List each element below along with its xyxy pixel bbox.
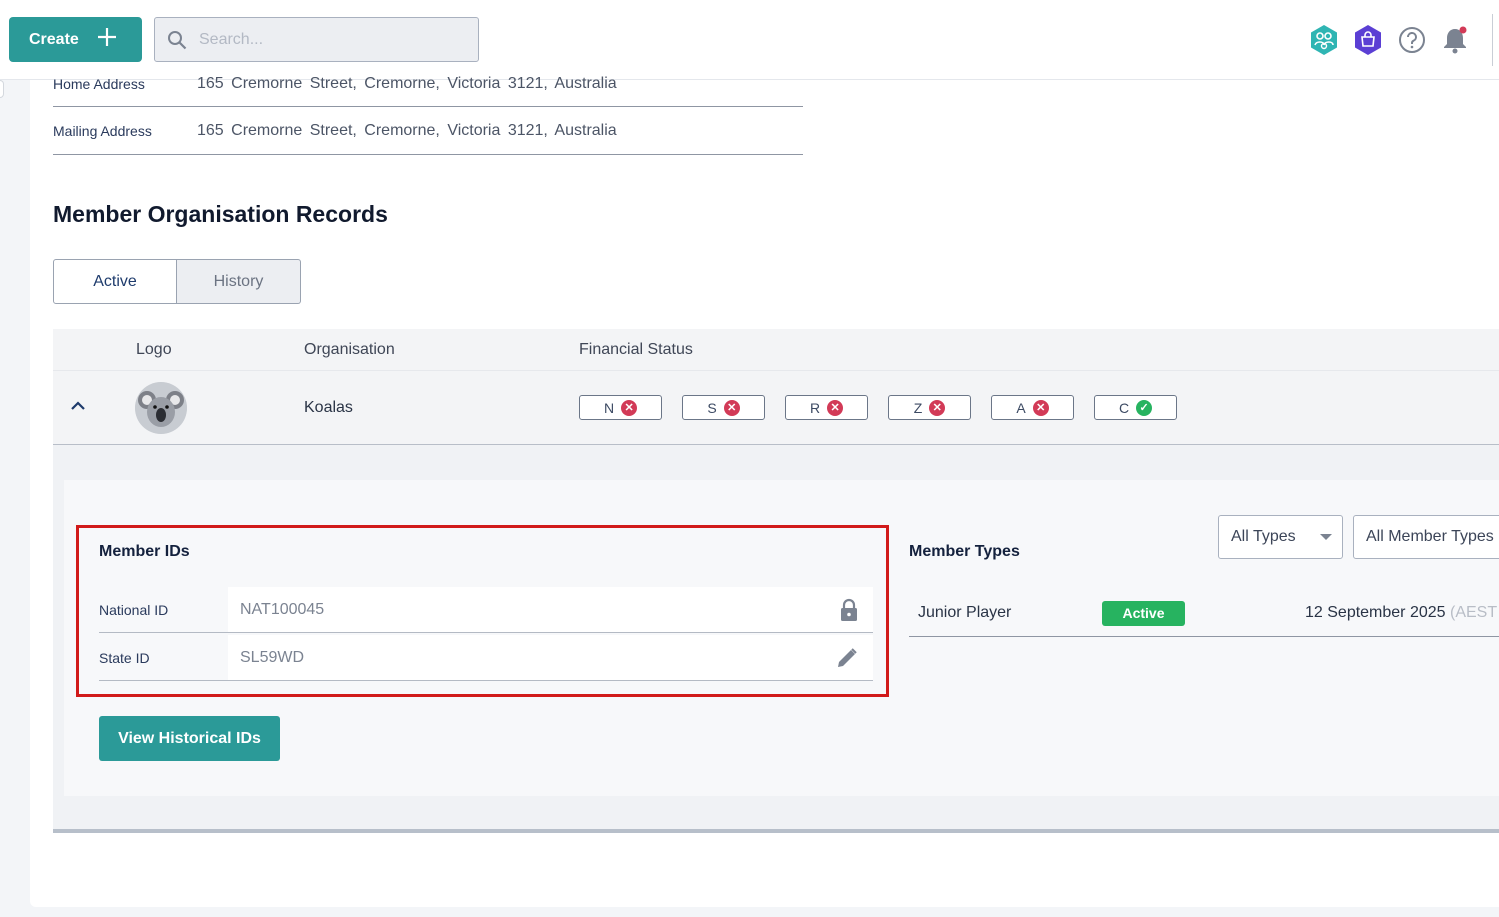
status-badge: Active [1102,600,1185,626]
tab-history[interactable]: History [177,259,301,304]
section-title: Member Organisation Records [53,201,388,227]
state-id-value: SL59WD [240,648,305,666]
member-type-filter-value: All Member Types [1366,528,1494,545]
dropdown-arrow-icon [1320,534,1332,540]
organisation-name: Koalas [304,398,353,416]
member-type-filter-select[interactable]: All Member Types [1353,515,1499,559]
top-icons [1309,24,1469,56]
chevron-up-icon[interactable] [70,399,86,411]
address-table: Home Address 165 Cremorne Street, Cremor… [53,75,803,155]
organisation-table: Logo Organisation Financial Status Koala… [53,329,1499,445]
home-address-value: 165 Cremorne Street, Cremorne, Victoria … [197,74,617,92]
records-tabs: Active History [53,259,301,304]
view-historical-ids-button[interactable]: View Historical IDs [99,716,280,761]
national-id-row: National ID NAT100045 [99,587,873,633]
sidebar-toggle[interactable] [0,80,4,98]
status-badge-c: C ✓ [1094,395,1177,420]
shop-hex-icon[interactable] [1353,24,1383,56]
cross-icon: ✕ [929,399,946,416]
lock-icon [839,598,859,622]
type-filter-value: All Types [1231,528,1296,545]
cross-icon: ✕ [1032,399,1049,416]
status-code: C [1118,399,1130,416]
member-type-name: Junior Player [918,604,1012,621]
plus-icon [97,27,117,52]
status-badge-z: Z ✕ [888,395,971,420]
status-code: N [603,399,615,416]
table-row[interactable]: Koalas N ✕ S ✕ R ✕ Z ✕ A ✕ C ✓ [53,370,1499,445]
search-box[interactable] [154,17,479,62]
search-input[interactable] [199,30,449,49]
main-content: Home Address 165 Cremorne Street, Cremor… [30,75,1499,907]
status-code: R [809,399,821,416]
financial-status-badges: N ✕ S ✕ R ✕ Z ✕ A ✕ C ✓ [579,395,1177,420]
state-id-row: State ID SL59WD [99,635,873,681]
status-code: A [1016,399,1026,416]
notification-bell-icon[interactable] [1441,25,1469,55]
header-organisation: Organisation [304,340,395,358]
header-logo: Logo [136,340,172,358]
type-filter-select[interactable]: All Types [1218,515,1343,559]
check-icon: ✓ [1136,399,1153,416]
status-code: S [707,399,717,416]
help-icon[interactable] [1397,25,1427,55]
status-badge-s: S ✕ [682,395,765,420]
status-badge-n: N ✕ [579,395,662,420]
mailing-address-value: 165 Cremorne Street, Cremorne, Victoria … [197,121,617,139]
timezone-value: (AEST [1450,604,1498,621]
mailing-address-row: Mailing Address 165 Cremorne Street, Cre… [53,107,803,155]
top-divider [1492,14,1493,66]
cross-icon: ✕ [827,399,844,416]
edit-pencil-icon[interactable] [835,646,859,670]
create-button-label: Create [29,30,79,48]
members-hex-icon[interactable] [1309,24,1339,56]
date-value: 12 September 2025 [1305,604,1446,621]
header-financial-status: Financial Status [579,340,693,358]
organisation-logo [135,382,187,434]
national-id-value: NAT100045 [240,600,325,618]
status-badge-r: R ✕ [785,395,868,420]
table-header: Logo Organisation Financial Status [53,329,1499,370]
tab-active[interactable]: Active [53,259,177,304]
cross-icon: ✕ [621,399,638,416]
expanded-detail: Member IDs National ID NAT100045 State I… [53,445,1499,833]
national-id-label: National ID [99,601,169,618]
member-type-row: Junior Player Active 12 September 2025 (… [909,590,1499,637]
status-code: Z [913,399,923,416]
cross-icon: ✕ [723,399,740,416]
mailing-address-label: Mailing Address [53,122,152,139]
member-ids-title: Member IDs [99,543,190,560]
member-type-date: 12 September 2025 (AEST [1305,604,1497,622]
home-address-label: Home Address [53,75,145,92]
status-badge-a: A ✕ [991,395,1074,420]
detail-panel: Member IDs National ID NAT100045 State I… [64,480,1499,796]
state-id-label: State ID [99,649,150,666]
national-id-field: NAT100045 [228,587,873,632]
create-button[interactable]: Create [9,17,142,62]
top-bar: Create [0,0,1499,80]
search-icon [167,30,187,50]
member-types-title: Member Types [909,543,1020,560]
home-address-row: Home Address 165 Cremorne Street, Cremor… [53,75,803,107]
state-id-field[interactable]: SL59WD [228,635,873,680]
